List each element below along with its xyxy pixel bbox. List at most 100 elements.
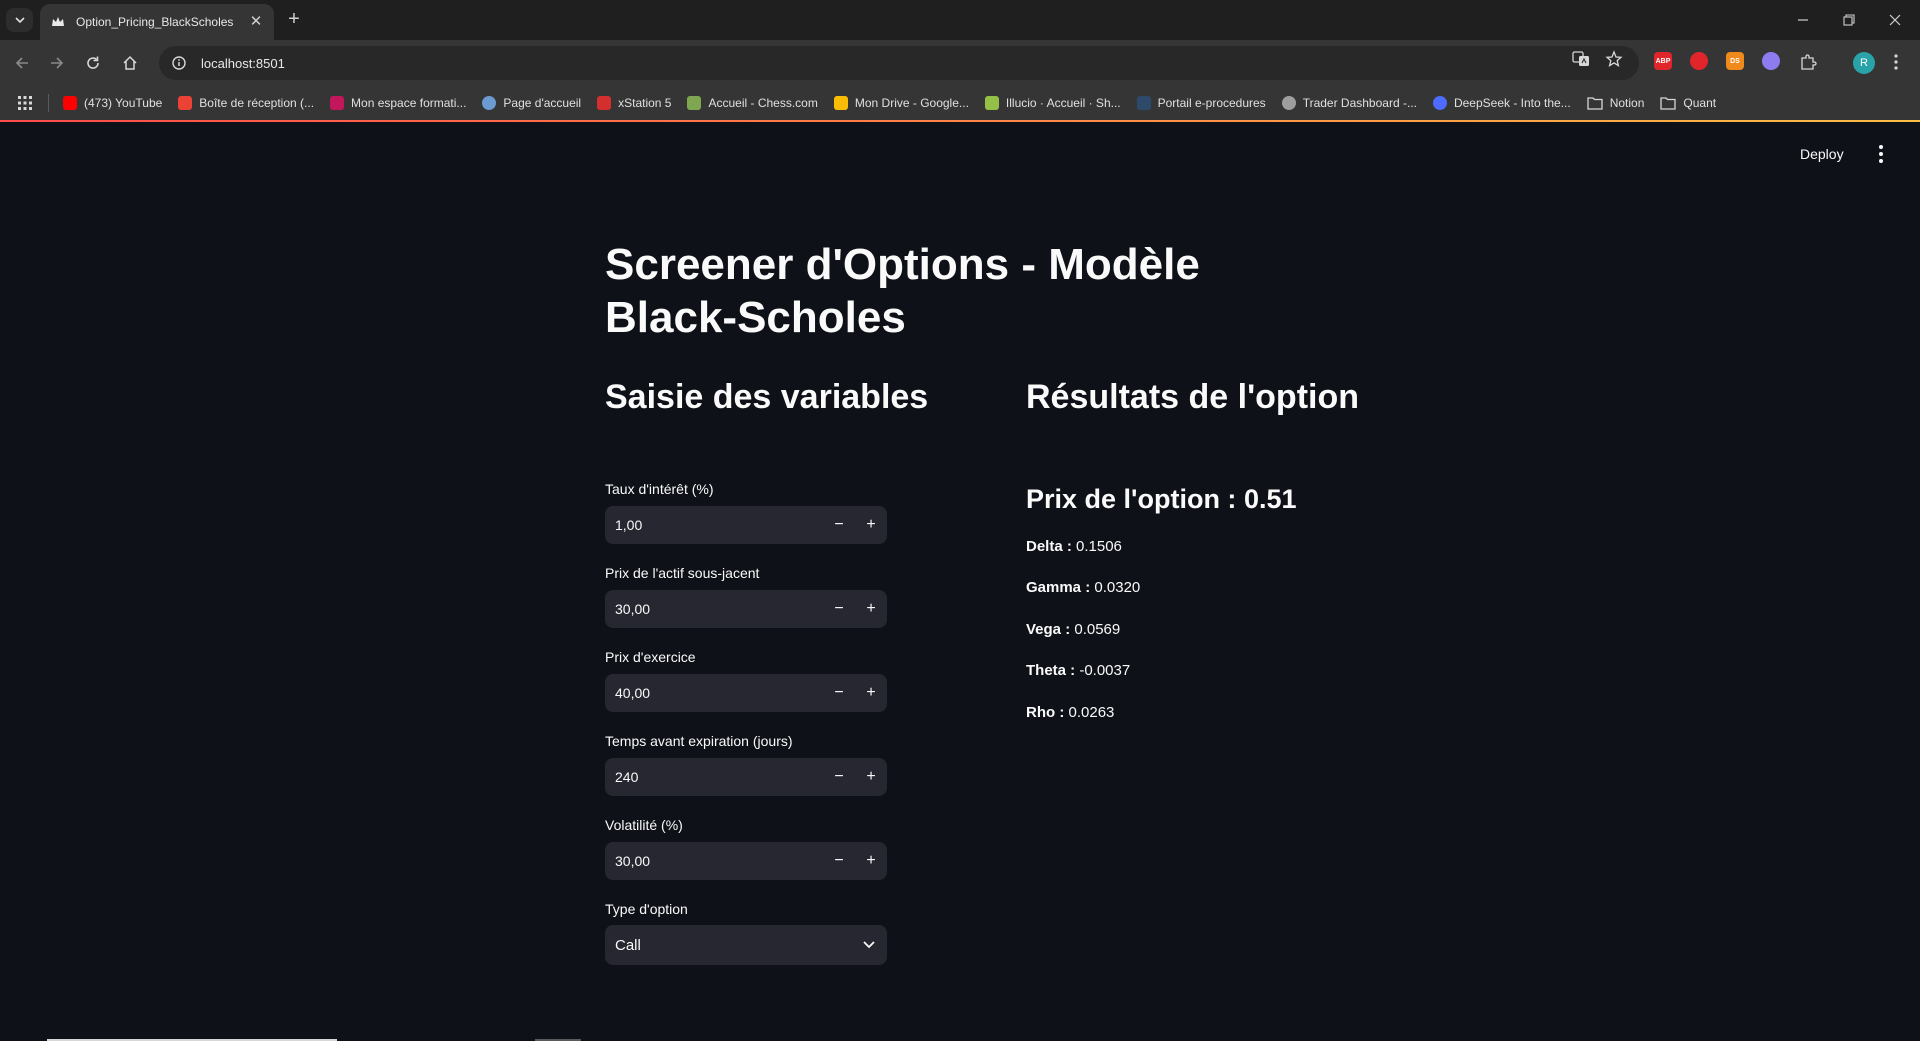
decrement-button[interactable]: − [823, 674, 855, 712]
extensions-puzzle-icon[interactable] [1798, 52, 1818, 72]
drive-icon [833, 96, 848, 110]
apps-grid-icon[interactable] [16, 94, 34, 112]
bookmark-label: Mon espace formati... [351, 96, 467, 110]
bookmark-accueil[interactable]: Page d'accueil [482, 96, 581, 110]
bookmark-label: Illucio · Accueil · Sh... [1005, 96, 1121, 110]
volatility-value[interactable]: 30,00 [605, 853, 823, 869]
chevron-down-icon [14, 17, 25, 24]
back-arrow-icon[interactable] [9, 50, 35, 76]
time-to-expiry-label: Temps avant expiration (jours) [605, 733, 793, 749]
deepseek-icon [1432, 96, 1447, 110]
close-tab-icon[interactable]: ✕ [248, 14, 264, 30]
strike-price-input[interactable]: 40,00 − + [605, 674, 887, 712]
greek-value: 0.1506 [1071, 538, 1122, 555]
browser-tab[interactable]: Option_Pricing_BlackScholes ✕ [40, 4, 274, 40]
ext-label: DS [1730, 57, 1740, 65]
time-to-expiry-value[interactable]: 240 [605, 769, 823, 785]
underlying-price-label: Prix de l'actif sous-jacent [605, 565, 760, 581]
minimize-icon[interactable] [1780, 6, 1826, 34]
un-icon [330, 96, 345, 110]
bookmark-gmail[interactable]: Boîte de réception (... [178, 96, 314, 110]
greek-vega: Vega : 0.0569 [1026, 621, 1120, 638]
bookmark-label: (473) YouTube [84, 96, 163, 110]
interest-rate-value[interactable]: 1,00 [605, 517, 823, 533]
increment-button[interactable]: + [855, 590, 887, 628]
bookmark-xstation[interactable]: xStation 5 [597, 96, 671, 110]
bookmark-star-icon[interactable] [1604, 49, 1624, 69]
xstation-icon [597, 96, 612, 110]
hand-extension-icon[interactable] [1690, 52, 1708, 70]
bookmark-trader[interactable]: Trader Dashboard -... [1281, 96, 1417, 110]
translate-icon[interactable] [1571, 49, 1591, 69]
underlying-price-value[interactable]: 30,00 [605, 601, 823, 617]
bookmark-folder-notion[interactable]: Notion [1587, 96, 1644, 110]
bookmark-eprocedures[interactable]: Portail e-procedures [1136, 96, 1266, 110]
bookmark-label: Quant [1683, 96, 1717, 110]
decrement-button[interactable]: − [823, 590, 855, 628]
bookmark-formation[interactable]: Mon espace formati... [330, 96, 466, 110]
decrement-button[interactable]: − [823, 842, 855, 880]
close-window-icon[interactable] [1872, 6, 1918, 34]
browser-menu-icon[interactable] [1886, 52, 1906, 72]
increment-button[interactable]: + [855, 674, 887, 712]
folder-icon [1660, 97, 1677, 110]
bookmark-label: Accueil - Chess.com [708, 96, 818, 110]
chess-icon [687, 96, 702, 110]
reload-icon[interactable] [80, 50, 106, 76]
strike-price-label: Prix d'exercice [605, 649, 696, 665]
option-type-select[interactable]: Call [605, 925, 887, 965]
forward-arrow-icon[interactable] [44, 50, 70, 76]
bookmarks-bar: (473) YouTube Boîte de réception (... Mo… [0, 86, 1920, 120]
home-icon[interactable] [117, 50, 143, 76]
adblock-extension-icon[interactable]: ABP [1654, 52, 1672, 70]
site-info-icon[interactable] [171, 55, 187, 71]
new-tab-button[interactable]: + [283, 9, 305, 31]
globe-icon [482, 96, 497, 110]
greek-name: Theta : [1026, 662, 1076, 679]
bookmark-label: Page d'accueil [503, 96, 582, 110]
bookmark-chess[interactable]: Accueil - Chess.com [687, 96, 818, 110]
option-type-label: Type d'option [605, 901, 688, 917]
bookmark-label: Portail e-procedures [1157, 96, 1266, 110]
bookmark-drive[interactable]: Mon Drive - Google... [833, 96, 969, 110]
bookmark-label: Trader Dashboard -... [1302, 96, 1417, 110]
volatility-input[interactable]: 30,00 − + [605, 842, 887, 880]
volatility-label: Volatilité (%) [605, 817, 683, 833]
strike-price-value[interactable]: 40,00 [605, 685, 823, 701]
greek-name: Rho : [1026, 704, 1065, 721]
underlying-price-input[interactable]: 30,00 − + [605, 590, 887, 628]
inputs-header: Saisie des variables [605, 378, 929, 416]
time-to-expiry-input[interactable]: 240 − + [605, 758, 887, 796]
bookmark-label: Mon Drive - Google... [854, 96, 969, 110]
increment-button[interactable]: + [855, 758, 887, 796]
bookmark-deepseek[interactable]: DeepSeek - Into the... [1432, 96, 1571, 110]
app-main: Deploy Screener d'Options - Modèle Black… [0, 122, 1920, 1041]
tab-strip: Option_Pricing_BlackScholes ✕ + [0, 0, 1920, 40]
ds-extension-icon[interactable]: DS [1726, 52, 1744, 70]
option-type-value: Call [615, 936, 641, 954]
bookmark-shopify[interactable]: Illucio · Accueil · Sh... [984, 96, 1121, 110]
ext-label: ABP [1655, 57, 1671, 65]
main-menu-icon[interactable] [1872, 144, 1890, 164]
chevron-down-icon [851, 925, 887, 965]
restore-icon[interactable] [1826, 6, 1872, 34]
portal-icon [1136, 96, 1151, 110]
increment-button[interactable]: + [855, 506, 887, 544]
decrement-button[interactable]: − [823, 758, 855, 796]
decrement-button[interactable]: − [823, 506, 855, 544]
increment-button[interactable]: + [855, 842, 887, 880]
tab-search-button[interactable] [6, 8, 33, 32]
shopify-icon [984, 96, 999, 110]
profile-avatar[interactable]: R [1853, 52, 1875, 74]
bookmark-folder-quant[interactable]: Quant [1660, 96, 1716, 110]
interest-rate-input[interactable]: 1,00 − + [605, 506, 887, 544]
option-price: Prix de l'option : 0.51 [1026, 484, 1297, 515]
gamepad-extension-icon[interactable] [1762, 52, 1780, 70]
bookmark-youtube[interactable]: (473) YouTube [63, 96, 162, 110]
address-bar[interactable]: localhost:8501 [159, 46, 1639, 80]
tab-title: Option_Pricing_BlackScholes [76, 15, 234, 29]
page-title: Screener d'Options - Modèle Black-Schole… [605, 240, 1200, 342]
greek-theta: Theta : -0.0037 [1026, 662, 1130, 679]
results-header: Résultats de l'option [1026, 378, 1359, 416]
deploy-button[interactable]: Deploy [1800, 146, 1844, 162]
